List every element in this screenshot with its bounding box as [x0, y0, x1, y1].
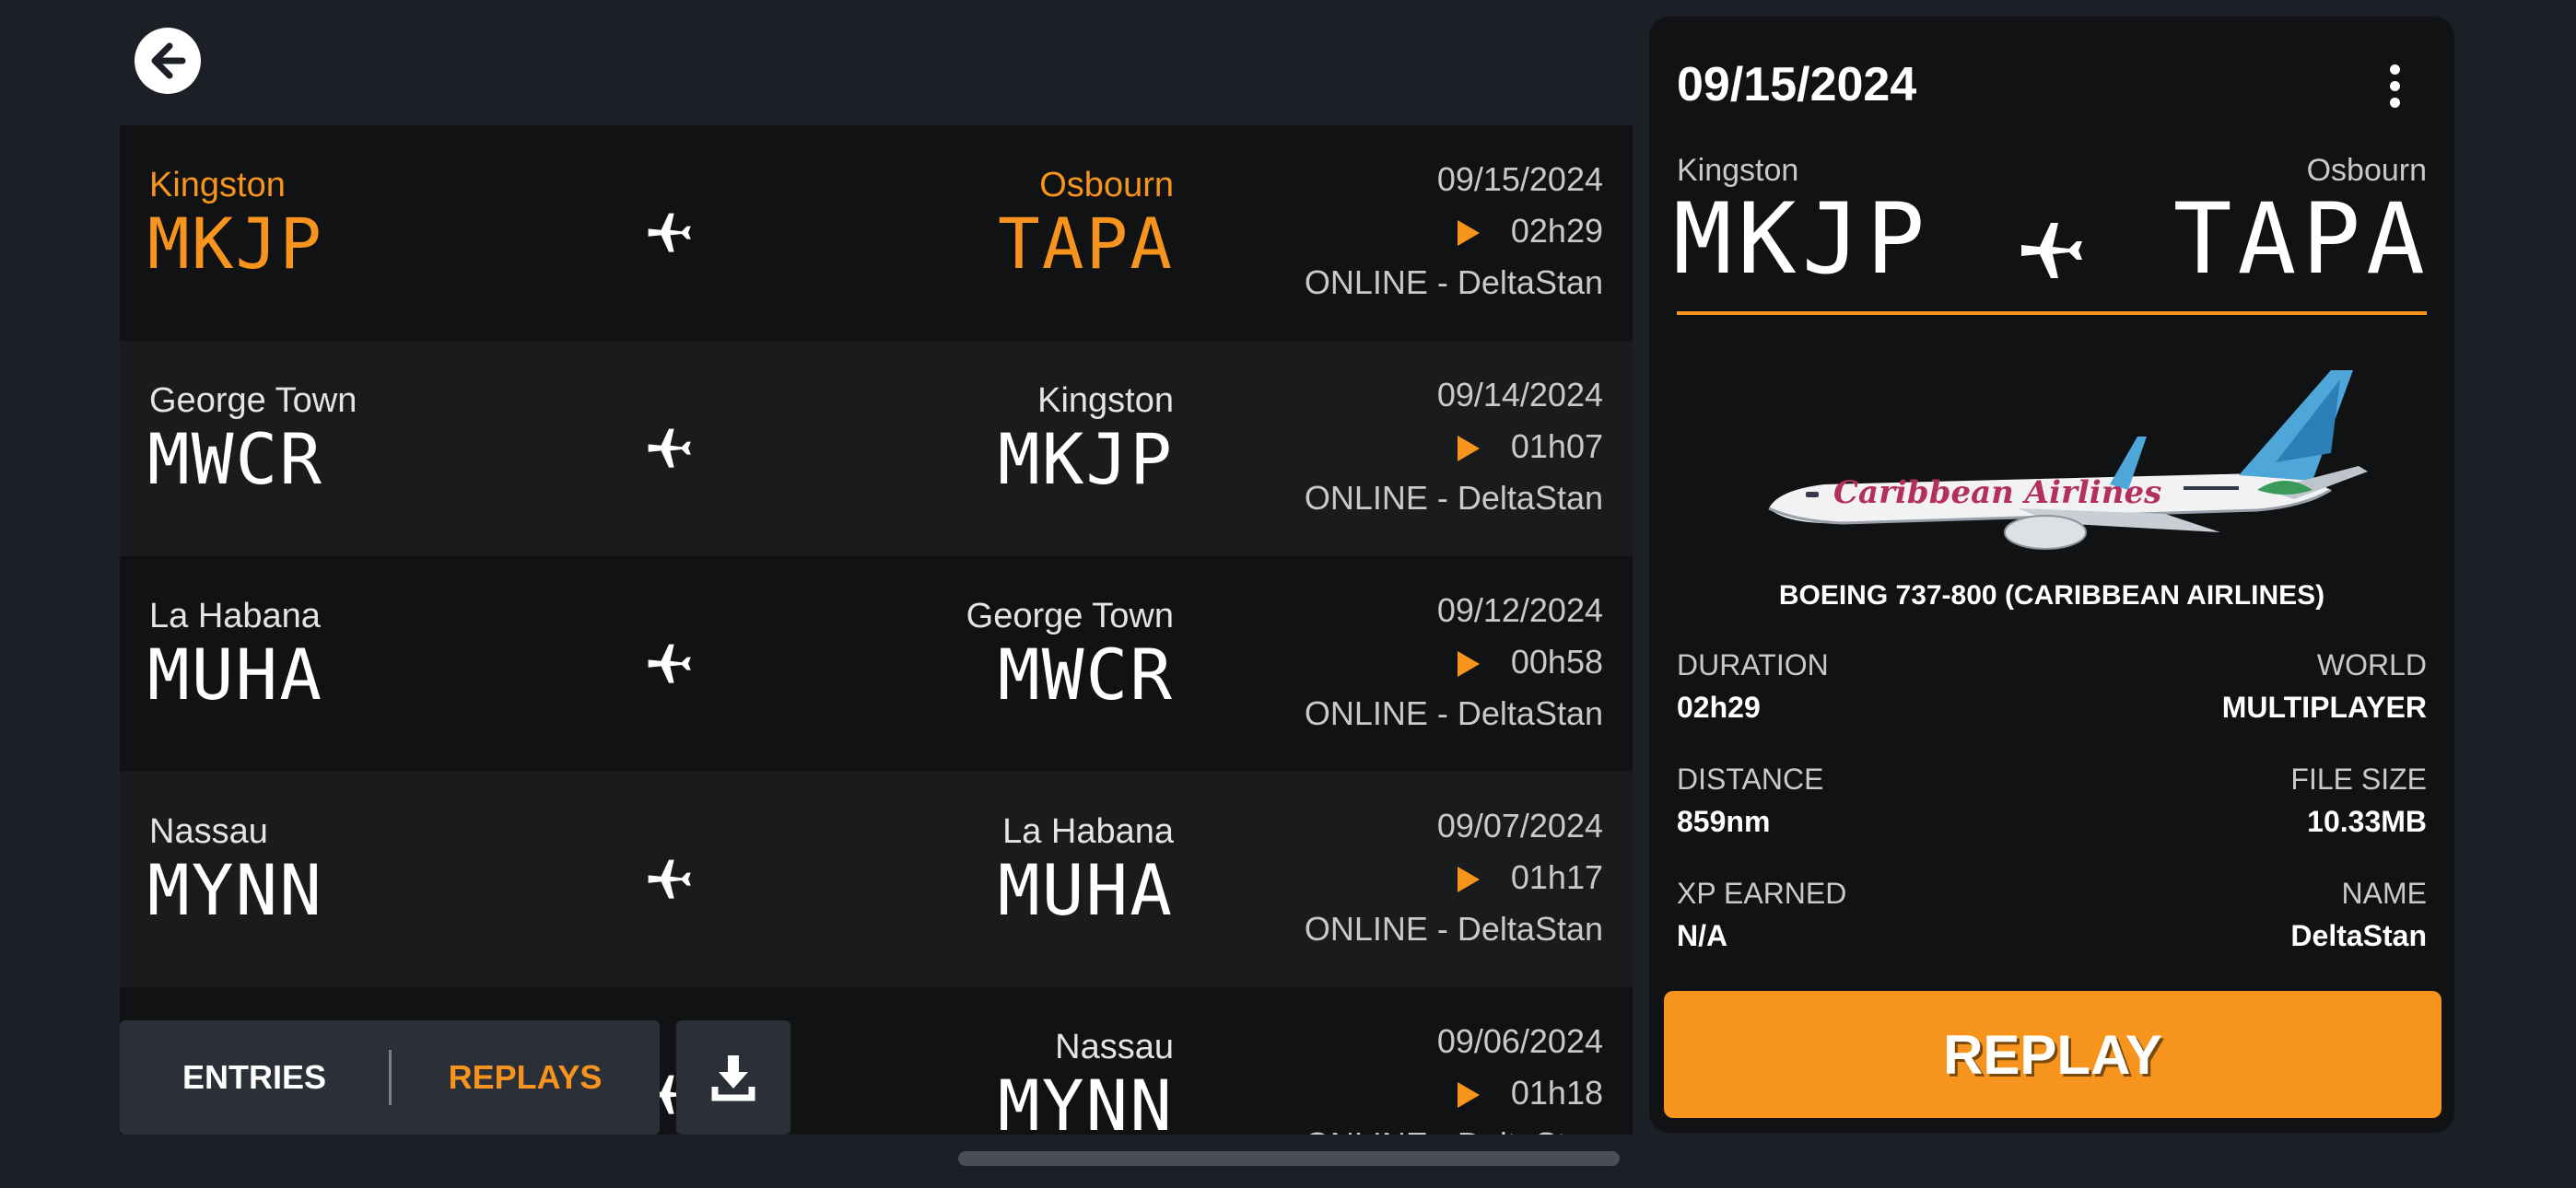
horizontal-scrollbar[interactable]	[958, 1151, 1620, 1166]
route-underline	[1677, 311, 2427, 315]
download-button[interactable]	[676, 1020, 790, 1135]
flight-status: ONLINE - DeltaStan	[1305, 1125, 1603, 1135]
tab-entries[interactable]: ENTRIES	[120, 1020, 389, 1135]
arrival-city: George Town	[966, 597, 1174, 635]
departure-code: MUHA	[147, 634, 324, 716]
arrival-code: MYNN	[997, 1065, 1174, 1135]
arrival-city: La Habana	[1002, 812, 1174, 851]
departure-code: MKJP	[147, 203, 324, 285]
flight-duration: 00h58	[1510, 643, 1603, 681]
tab-replays[interactable]: REPLAYS	[391, 1020, 660, 1135]
filesize-label: FILE SIZE	[2290, 763, 2427, 796]
play-icon	[1458, 220, 1480, 246]
flight-duration: 01h17	[1510, 858, 1603, 896]
replay-button[interactable]: REPLAY	[1664, 991, 2441, 1118]
arrival-city: Kingston	[1037, 381, 1174, 420]
world-label: WORLD	[2316, 648, 2427, 681]
flight-date: 09/06/2024	[1436, 1022, 1603, 1060]
distance-label: DISTANCE	[1677, 763, 1824, 796]
flight-duration: 02h29	[1510, 212, 1603, 250]
name-label: NAME	[2341, 877, 2427, 910]
airplane-icon	[648, 644, 691, 683]
arrival-code: MKJP	[997, 418, 1174, 500]
airplane-icon	[648, 428, 691, 468]
flight-list[interactable]: Kingston MKJP Osbourn TAPA 09/15/2024 02…	[120, 125, 1633, 1135]
more-vertical-icon[interactable]	[2390, 64, 2401, 111]
departure-city: La Habana	[149, 597, 321, 635]
flight-status: ONLINE - DeltaStan	[1304, 479, 1603, 517]
arrival-code: MWCR	[997, 634, 1174, 716]
distance-value: 859nm	[1677, 805, 1771, 838]
aircraft-name: BOEING 737-800 (CARIBBEAN AIRLINES)	[1778, 580, 2325, 611]
play-icon	[1458, 651, 1480, 677]
detail-date: 09/15/2024	[1677, 58, 1917, 111]
world-value: MULTIPLAYER	[2221, 691, 2427, 724]
departure-code: MWCR	[147, 418, 324, 500]
play-icon	[1458, 867, 1480, 892]
flight-duration: 01h18	[1510, 1074, 1603, 1112]
play-icon	[1458, 436, 1480, 461]
flight-duration: 01h07	[1510, 427, 1603, 465]
flight-row[interactable]: Kingston MKJP Osbourn TAPA 09/15/2024 02…	[120, 125, 1633, 341]
arrow-left-icon	[151, 42, 186, 79]
flight-date: 09/15/2024	[1436, 160, 1603, 198]
departure-city: George Town	[149, 381, 357, 420]
flight-date: 09/12/2024	[1436, 591, 1603, 629]
filesize-value: 10.33MB	[2307, 805, 2427, 838]
airplane-icon	[648, 213, 691, 252]
flight-row[interactable]: George Town MWCR Kingston MKJP 09/14/202…	[120, 341, 1633, 556]
departure-city: Kingston	[149, 166, 286, 204]
flight-status: ONLINE - DeltaStan	[1304, 694, 1603, 732]
flight-status: ONLINE - DeltaStan	[1304, 263, 1603, 301]
back-button[interactable]	[135, 28, 201, 94]
arrival-city: Nassau	[1055, 1028, 1174, 1066]
play-icon	[1458, 1082, 1480, 1108]
flight-row[interactable]: Nassau MYNN La Habana MUHA 09/07/2024 01…	[120, 772, 1633, 987]
departure-city: Nassau	[149, 812, 268, 851]
name-value: DeltaStan	[2290, 919, 2427, 952]
flight-date: 09/14/2024	[1436, 376, 1603, 413]
airplane-icon	[648, 859, 691, 899]
aircraft-livery-text: Caribbean Airlines	[1833, 474, 2161, 511]
airplane-icon	[2021, 223, 2082, 278]
arrival-code: MUHA	[997, 849, 1174, 931]
xp-label: XP EARNED	[1677, 877, 1847, 910]
arrival-code: TAPA	[997, 203, 1174, 285]
departure-code: MYNN	[147, 849, 324, 931]
flight-date: 09/07/2024	[1436, 807, 1603, 844]
flight-detail-panel: 09/15/2024 Kingston Osbourn MKJP TAPA Ca…	[1649, 17, 2454, 1133]
xp-value: N/A	[1677, 919, 1728, 952]
duration-value: 02h29	[1677, 691, 1761, 724]
aircraft-image: Caribbean Airlines	[1768, 370, 2368, 550]
flight-status: ONLINE - DeltaStan	[1304, 910, 1603, 948]
arrival-city: Osbourn	[1039, 166, 1174, 204]
entries-replays-toggle[interactable]: ENTRIES REPLAYS	[120, 1020, 660, 1135]
flight-row[interactable]: La Habana MUHA George Town MWCR 09/12/20…	[120, 556, 1633, 772]
detail-departure-code: MKJP	[1673, 182, 1931, 296]
download-icon	[711, 1055, 755, 1101]
detail-arrival-code: TAPA	[2172, 182, 2430, 296]
duration-label: DURATION	[1677, 648, 1829, 681]
